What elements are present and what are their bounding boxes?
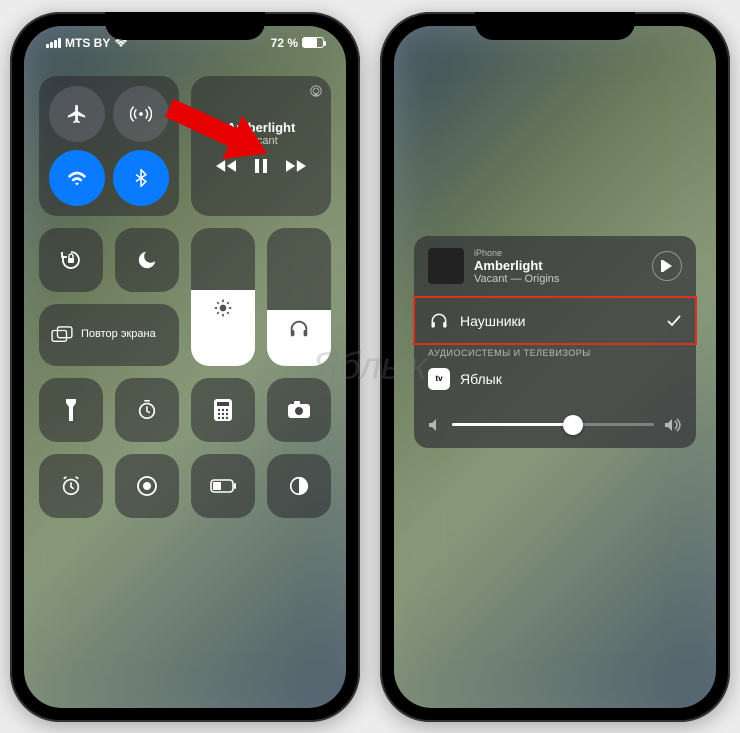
appletv-icon: tv bbox=[428, 368, 450, 390]
screen-mirroring-button[interactable]: Повтор экрана bbox=[39, 304, 179, 366]
screen-mirror-icon bbox=[51, 326, 73, 344]
carrier-label: MTS BY bbox=[65, 36, 110, 50]
airplay-track-title: Amberlight bbox=[474, 258, 642, 273]
wifi-button[interactable] bbox=[49, 150, 105, 206]
bluetooth-button[interactable] bbox=[113, 150, 169, 206]
camera-button[interactable] bbox=[267, 378, 331, 442]
volume-low-icon bbox=[428, 418, 442, 432]
airplay-section-header: АУДИОСИСТЕМЫ И ТЕЛЕВИЗОРЫ bbox=[414, 344, 696, 362]
battery-icon bbox=[302, 37, 324, 48]
headphones-label: Наушники bbox=[460, 313, 656, 329]
flashlight-button[interactable] bbox=[39, 378, 103, 442]
brightness-slider[interactable] bbox=[191, 228, 255, 366]
volume-knob[interactable] bbox=[563, 415, 583, 435]
timer-button[interactable] bbox=[115, 378, 179, 442]
checkmark-icon bbox=[666, 313, 682, 329]
airplay-panel: iPhone Amberlight Vacant — Origins Наушн… bbox=[414, 236, 696, 448]
play-pause-button[interactable] bbox=[652, 251, 682, 281]
signal-icon bbox=[46, 38, 61, 48]
airplane-mode-button[interactable] bbox=[49, 86, 105, 142]
airplay-volume-slider[interactable] bbox=[414, 402, 696, 448]
volume-high-icon bbox=[664, 418, 682, 432]
rotation-lock-button[interactable] bbox=[39, 228, 103, 292]
headphones-icon bbox=[288, 318, 310, 340]
notch bbox=[475, 12, 635, 40]
dark-mode-button[interactable] bbox=[267, 454, 331, 518]
do-not-disturb-button[interactable] bbox=[115, 228, 179, 292]
battery-pct: 72 % bbox=[271, 36, 298, 50]
appletv-label: Яблык bbox=[460, 371, 682, 387]
airplay-icon[interactable] bbox=[309, 84, 323, 98]
output-headphones-row[interactable]: Наушники bbox=[414, 297, 696, 344]
low-power-button[interactable] bbox=[191, 454, 255, 518]
screen-mirroring-label: Повтор экрана bbox=[81, 328, 156, 340]
airplay-track-subtitle: Vacant — Origins bbox=[474, 273, 642, 285]
album-art bbox=[428, 248, 464, 284]
phone-airplay-menu: iPhone Amberlight Vacant — Origins Наушн… bbox=[380, 12, 730, 722]
notch bbox=[105, 12, 265, 40]
output-appletv-row[interactable]: tv Яблык bbox=[414, 362, 696, 402]
screen-record-button[interactable] bbox=[115, 454, 179, 518]
connectivity-tile[interactable] bbox=[39, 76, 179, 216]
forward-button[interactable] bbox=[286, 159, 306, 173]
brightness-icon bbox=[213, 298, 233, 318]
calculator-button[interactable] bbox=[191, 378, 255, 442]
now-playing-row[interactable]: iPhone Amberlight Vacant — Origins bbox=[414, 236, 696, 297]
volume-slider[interactable] bbox=[267, 228, 331, 366]
headphones-icon bbox=[428, 310, 450, 332]
alarm-button[interactable] bbox=[39, 454, 103, 518]
source-label: iPhone bbox=[474, 248, 642, 258]
phone-control-center: MTS BY 72 % bbox=[10, 12, 360, 722]
